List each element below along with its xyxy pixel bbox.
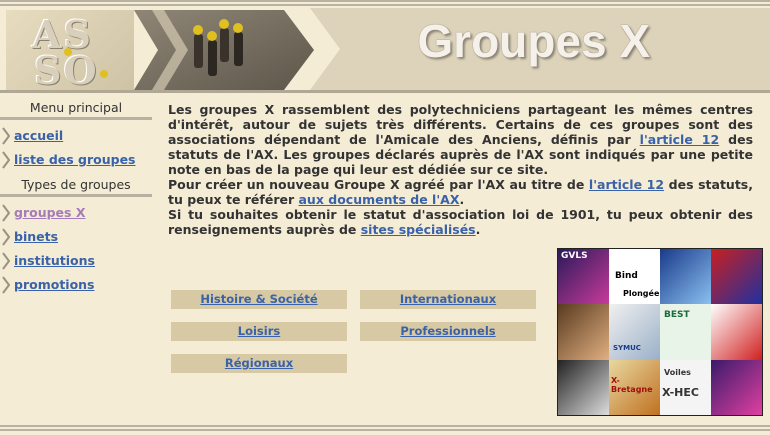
sidebar-item-institutions[interactable]: institutions (0, 252, 152, 276)
category-link[interactable]: Professionnels (400, 324, 495, 338)
category-link[interactable]: Histoire & Société (200, 292, 317, 306)
sidebar-link[interactable]: accueil (14, 128, 63, 143)
sidebar-item-accueil[interactable]: accueil (0, 127, 152, 151)
collage-tile: SYMUC (609, 304, 660, 360)
intro-paragraph-2: Pour créer un nouveau Groupe X agréé par… (168, 177, 753, 207)
collage-tile (660, 249, 711, 305)
category-regionaux[interactable]: Régionaux (171, 354, 347, 373)
chevron-right-icon (2, 127, 10, 145)
article-12-link[interactable]: l'article 12 (640, 132, 720, 147)
category-histoire-societe[interactable]: Histoire & Société (171, 290, 347, 309)
chevron-right-icon (2, 228, 10, 246)
asso-logo[interactable]: AS SO (6, 10, 134, 93)
sidebar-item-binets[interactable]: binets (0, 228, 152, 252)
category-loisirs[interactable]: Loisirs (171, 322, 347, 341)
category-internationaux[interactable]: Internationaux (360, 290, 536, 309)
sidebar-link[interactable]: binets (14, 229, 58, 244)
category-link[interactable]: Internationaux (400, 292, 496, 306)
sidebar-link[interactable]: liste des groupes (14, 152, 136, 167)
types-heading: Types de groupes (0, 177, 152, 197)
sidebar-item-groupes-x[interactable]: groupes X (0, 204, 152, 228)
collage-tile: BEST (660, 304, 711, 360)
chevron-right-icon (2, 204, 10, 222)
intro-text: Les groupes X rassemblent des polytechni… (168, 102, 753, 237)
article-12-link[interactable]: l'article 12 (589, 177, 664, 192)
page-title: Groupes X (417, 15, 650, 67)
category-link[interactable]: Régionaux (225, 356, 293, 370)
top-border (0, 0, 770, 7)
collage-tile (711, 304, 762, 360)
sidebar-item-promotions[interactable]: promotions (0, 276, 152, 300)
collage-tile (711, 359, 762, 415)
logo-dot (64, 48, 72, 56)
chevron-right-icon (2, 252, 10, 270)
category-professionnels[interactable]: Professionnels (360, 322, 536, 341)
ax-documents-link[interactable]: aux documents de l'AX (299, 192, 460, 207)
collage-tile: Bind Plongée (609, 249, 660, 305)
bottom-border (0, 425, 770, 432)
collage-tile: Voiles X-HEC (660, 359, 711, 415)
collage-tile: X-Bretagne (609, 359, 660, 415)
header-divider (0, 90, 770, 93)
chevron-right-icon (2, 276, 10, 294)
collage-tile: GVLS (558, 249, 609, 305)
chevron-right-icon (2, 151, 10, 169)
sidebar: Menu principal accueil liste des groupes… (0, 100, 152, 300)
category-link[interactable]: Loisirs (238, 324, 280, 338)
collage-tile (558, 304, 609, 360)
sidebar-link-active[interactable]: groupes X (14, 205, 85, 220)
logo-dot (100, 70, 108, 78)
sidebar-link[interactable]: institutions (14, 253, 95, 268)
intro-paragraph-1: Les groupes X rassemblent des polytechni… (168, 102, 754, 177)
collage-tile (711, 249, 762, 305)
sidebar-link[interactable]: promotions (14, 277, 95, 292)
site-header: AS SO Groupes X (0, 8, 770, 93)
menu-heading: Menu principal (0, 100, 152, 120)
sidebar-item-liste-groupes[interactable]: liste des groupes (0, 151, 152, 175)
people-banner-image (134, 10, 314, 90)
intro-paragraph-3: Si tu souhaites obtenir le statut d'asso… (168, 207, 753, 237)
specialized-sites-link[interactable]: sites spécialisés (361, 222, 476, 237)
collage-tile (558, 359, 609, 415)
group-logos-collage: GVLS Bind Plongée SYMUC BEST X-Bretagne … (557, 248, 763, 416)
